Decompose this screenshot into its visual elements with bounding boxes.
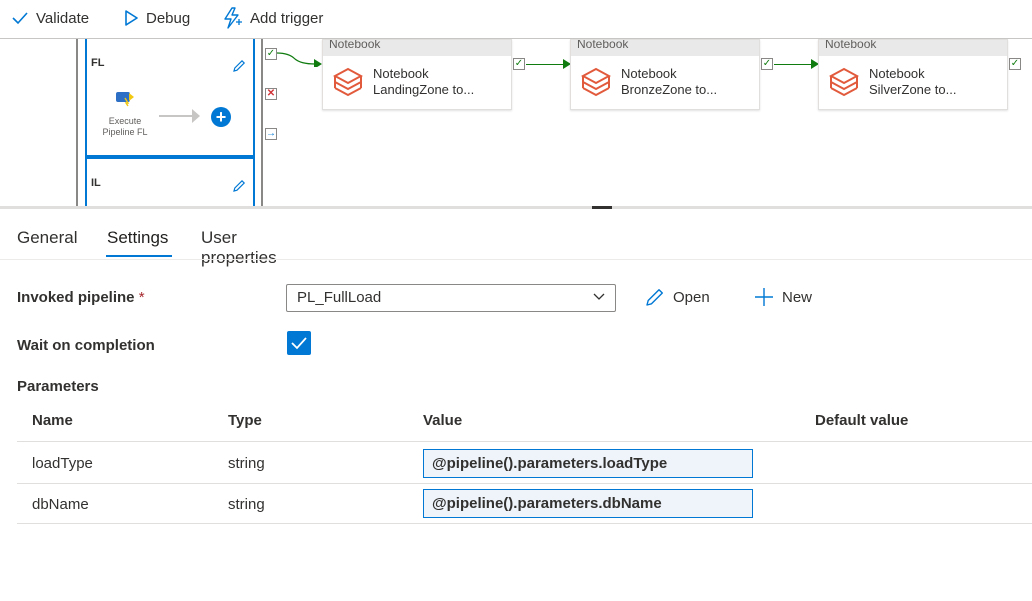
notebook-type-label: Notebook bbox=[621, 66, 677, 81]
connector-arrow-icon bbox=[192, 109, 200, 123]
execute-pipeline-icon bbox=[116, 92, 134, 107]
add-trigger-button[interactable]: Add trigger bbox=[222, 6, 323, 30]
table-divider bbox=[17, 441, 1032, 442]
connector-line bbox=[277, 52, 322, 67]
param-name-cell: dbName bbox=[32, 496, 89, 513]
edit-pencil-icon[interactable] bbox=[232, 59, 246, 73]
debug-button[interactable]: Debug bbox=[124, 6, 190, 30]
notebook-type-label: Notebook bbox=[373, 66, 429, 81]
notebook-name-label: BronzeZone to... bbox=[621, 82, 718, 97]
notebook-card-header: Notebook bbox=[323, 40, 511, 56]
notebook-activity-card[interactable]: Notebook Notebook SilverZone to... bbox=[818, 39, 1008, 110]
notebook-name-label: LandingZone to... bbox=[373, 82, 475, 97]
open-pipeline-button[interactable]: Open bbox=[645, 287, 710, 307]
table-divider bbox=[17, 523, 1032, 524]
notebook-activity-card[interactable]: Notebook Notebook BronzeZone to... bbox=[570, 39, 760, 110]
databricks-icon bbox=[581, 67, 611, 97]
param-type-cell: string bbox=[228, 496, 265, 513]
case-label: FL bbox=[91, 57, 105, 69]
wait-on-completion-checkbox[interactable] bbox=[287, 331, 311, 355]
execute-pipeline-label-line2: Pipeline FL bbox=[102, 127, 148, 137]
execute-pipeline-label-line1: Execute bbox=[108, 116, 142, 126]
completion-port-icon[interactable]: → bbox=[265, 128, 277, 140]
notebook-activity-card[interactable]: Notebook Notebook LandingZone to... bbox=[322, 39, 512, 110]
invoked-pipeline-value: PL_FullLoad bbox=[297, 289, 382, 306]
column-header-name: Name bbox=[32, 412, 73, 429]
success-port-icon[interactable]: ✓ bbox=[265, 48, 277, 60]
splitter-grip-icon[interactable] bbox=[592, 206, 612, 209]
validate-button[interactable]: Validate bbox=[12, 6, 89, 30]
add-activity-button[interactable]: + bbox=[211, 107, 231, 127]
invoked-pipeline-label: Invoked pipeline * bbox=[17, 289, 145, 306]
panel-splitter[interactable] bbox=[0, 206, 1032, 209]
edit-pencil-icon[interactable] bbox=[232, 179, 246, 193]
invoked-pipeline-select[interactable]: PL_FullLoad bbox=[286, 284, 616, 312]
tab-general[interactable]: General bbox=[17, 228, 77, 248]
required-marker: * bbox=[138, 289, 145, 306]
active-tab-indicator bbox=[106, 255, 172, 257]
debug-label: Debug bbox=[146, 9, 191, 27]
notebook-card-header: Notebook bbox=[571, 40, 759, 56]
execute-pipeline-label: Execute Pipeline FL bbox=[95, 116, 155, 138]
notebook-card-header: Notebook bbox=[819, 40, 1007, 56]
notebook-name-label: SilverZone to... bbox=[869, 82, 957, 97]
checkmark-icon bbox=[291, 337, 307, 350]
parameters-heading: Parameters bbox=[17, 378, 99, 395]
toolbar: Validate Debug Add trigger bbox=[0, 0, 1032, 36]
table-divider bbox=[17, 483, 1032, 484]
pipeline-canvas[interactable]: FL Execute Pipeline FL + IL ✓ ✕ → Notebo… bbox=[0, 39, 1032, 206]
switch-rail-left bbox=[76, 39, 78, 206]
success-port-icon[interactable]: ✓ bbox=[1009, 58, 1021, 70]
open-label: Open bbox=[673, 288, 710, 306]
notebook-type-label: Notebook bbox=[869, 66, 925, 81]
param-value-input[interactable]: @pipeline().parameters.dbName bbox=[423, 489, 753, 518]
validate-label: Validate bbox=[36, 9, 90, 27]
column-header-value: Value bbox=[423, 412, 463, 429]
switch-rail-right bbox=[261, 39, 263, 206]
plus-icon bbox=[755, 288, 773, 306]
param-type-cell: string bbox=[228, 455, 265, 472]
lightning-icon bbox=[224, 7, 242, 29]
param-value-input[interactable]: @pipeline().parameters.loadType bbox=[423, 449, 753, 478]
new-label: New bbox=[782, 288, 813, 306]
play-icon bbox=[125, 10, 138, 26]
invoked-pipeline-label-text: Invoked pipeline bbox=[17, 289, 135, 306]
failure-port-icon[interactable]: ✕ bbox=[265, 88, 277, 100]
case-fl[interactable]: FL Execute Pipeline FL + bbox=[85, 39, 255, 157]
success-port-icon[interactable]: ✓ bbox=[761, 58, 773, 70]
databricks-icon bbox=[829, 67, 859, 97]
tabs-divider bbox=[0, 259, 1032, 260]
new-pipeline-button[interactable]: New bbox=[754, 287, 812, 307]
case-il[interactable]: IL bbox=[85, 157, 255, 206]
databricks-icon bbox=[333, 67, 363, 97]
column-header-type: Type bbox=[228, 412, 262, 429]
tab-settings[interactable]: Settings bbox=[107, 228, 168, 248]
column-header-default-value: Default value bbox=[815, 412, 909, 429]
checkmark-icon bbox=[12, 12, 28, 25]
pencil-icon bbox=[646, 289, 663, 306]
param-name-cell: loadType bbox=[32, 455, 93, 472]
connector-line bbox=[774, 64, 812, 65]
add-trigger-label: Add trigger bbox=[250, 9, 324, 27]
success-port-icon[interactable]: ✓ bbox=[513, 58, 525, 70]
chevron-down-icon bbox=[593, 293, 605, 300]
tab-user-properties[interactable]: User properties bbox=[201, 228, 277, 268]
wait-on-completion-label: Wait on completion bbox=[17, 337, 155, 354]
connector-line bbox=[526, 64, 564, 65]
case-label: IL bbox=[91, 177, 101, 189]
